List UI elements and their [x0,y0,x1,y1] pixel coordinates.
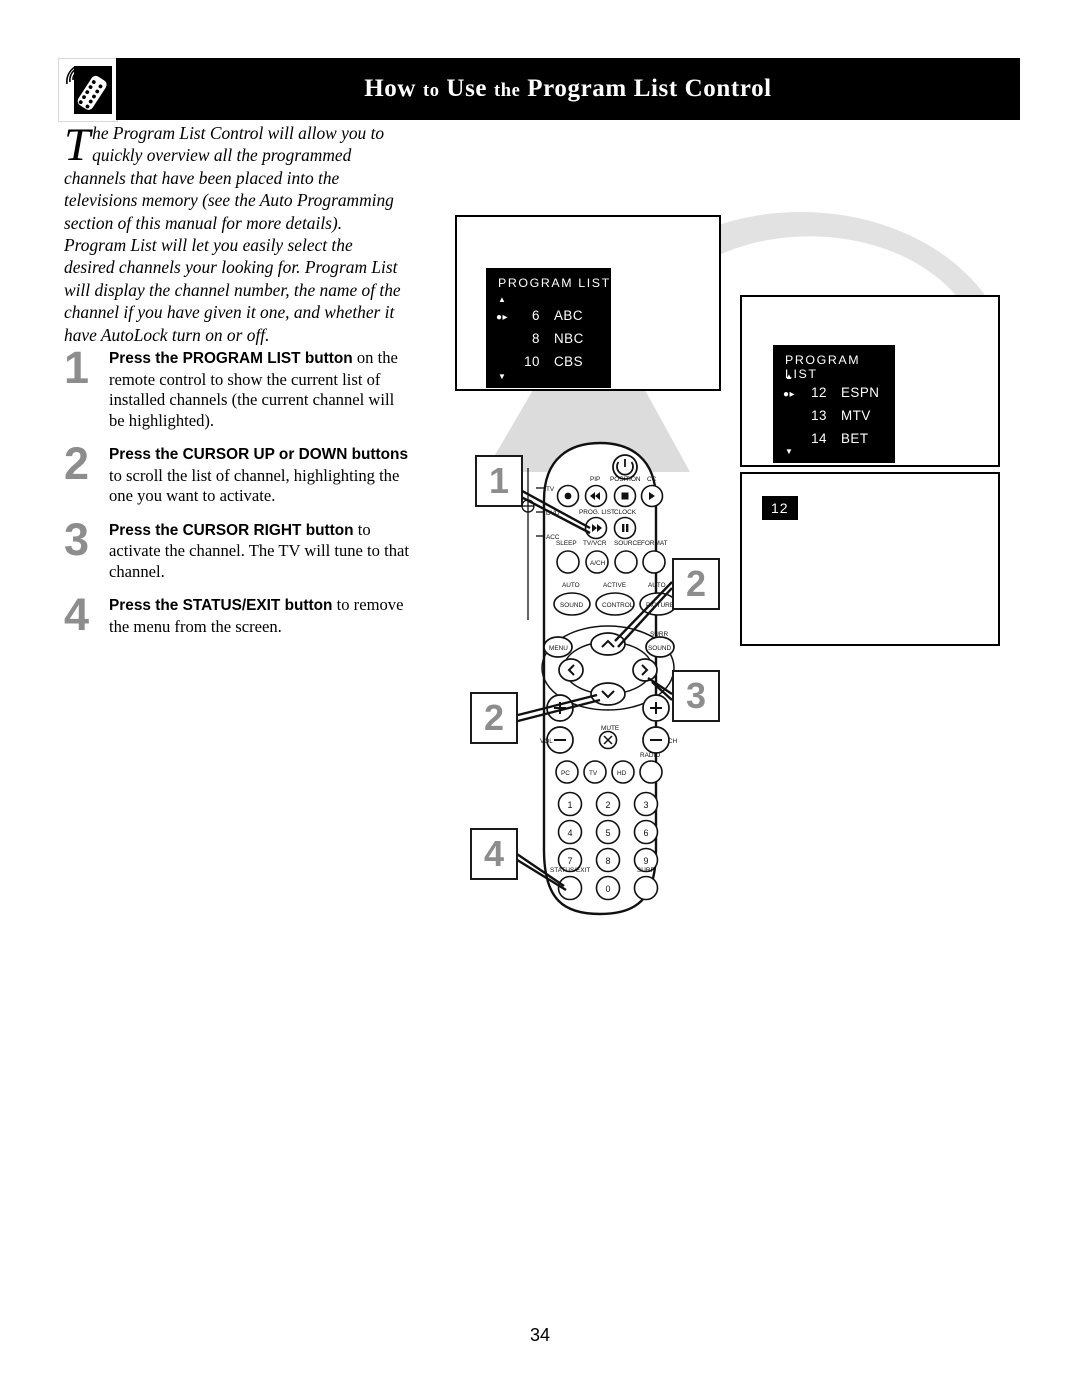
intro-text: he Program List Control will allow you t… [64,123,401,345]
key-3: 3 [643,800,648,810]
label-control: CONTROL [602,602,634,609]
step-number: 2 [64,438,90,489]
device-selector [521,468,544,620]
label-position: POSITION [610,476,641,483]
step-heading: Press the PROGRAM LIST button [109,350,353,367]
header-bar: How to Use the Program List Control [116,58,1020,120]
callout-1: 1 [475,455,523,507]
label-sleep: SLEEP [556,540,577,547]
title-word-how: How [364,75,417,102]
callout-4: 4 [470,828,518,880]
cursor-right-button [632,658,658,682]
key-6: 6 [643,828,648,838]
step-number: 3 [64,513,90,565]
step-heading: Press the STATUS/EXIT button [109,597,333,614]
manual-page: How to Use the Program List Control The … [0,0,1080,1397]
label-tv-button: TV [589,770,598,777]
step-text: Press the STATUS/EXIT button to remove t… [109,595,409,637]
surf-button [633,875,659,901]
label-radio: RADIO [640,752,660,759]
step-number: 4 [64,589,90,640]
key-1: 1 [567,800,572,810]
mute-button [598,730,618,750]
key-0: 0 [605,884,610,894]
step-4: 4 Press the STATUS/EXIT button to remove… [64,589,409,649]
label-source: SOURCE [614,540,641,547]
label-surr: SURR [650,631,668,638]
key-2: 2 [605,800,610,810]
label-vol: VOL [540,738,553,745]
key-8: 8 [605,856,610,866]
steps-list: 1 Press the PROGRAM LIST button on the r… [64,342,409,662]
step-2: 2 Press the CURSOR UP or DOWN buttons to… [64,438,409,507]
title-word-to: to [422,81,440,101]
title-word-control: Control [684,75,772,102]
cursor-left-button [558,658,584,682]
label-tv-selector: TV [546,486,555,493]
step-text: Press the PROGRAM LIST button on the rem… [109,348,409,431]
step-1: 1 Press the PROGRAM LIST button on the r… [64,342,409,431]
title-word-the: the [493,81,521,101]
title-word-list: List [633,75,678,102]
label-cc: CC [647,476,657,483]
callout-2-right: 2 [672,558,720,610]
label-pip: PIP [590,476,600,483]
label-tv-vcr: TV/VCR [583,540,607,547]
step-number: 1 [64,342,90,393]
label-sound-2: SOUND [648,645,671,652]
callout-2-left: 2 [470,692,518,744]
label-hd: HD [617,770,627,777]
step-text: Press the CURSOR RIGHT button to activat… [109,520,409,583]
label-active: ACTIVE [603,582,626,589]
drop-cap: T [64,119,91,171]
intro-paragraph: The Program List Control will allow you … [64,122,404,346]
label-auto-1: AUTO [562,582,580,589]
callout-3: 3 [672,670,720,722]
label-prog-list: PROG. LIST [579,509,615,516]
remote-control-graphic: TV DVD ACC PIP POSITION CC PROG. LIST CL… [501,441,678,916]
radio-button [639,760,663,784]
label-surf: SURF [637,867,654,874]
key-4: 4 [567,828,572,838]
step-3: 3 Press the CURSOR RIGHT button to activ… [64,514,409,583]
label-format: FORMAT [641,540,668,547]
step-body: to scroll the list of channel, highlight… [109,465,400,506]
title-word-use: Use [446,75,488,102]
clock-button [613,516,637,540]
illustration: PROGRAM LIST ▲ ●▸ 6 ABC 8 NBC 10 CBS ▼ PROGR… [440,200,1040,960]
key-9: 9 [643,856,648,866]
step-heading: Press the CURSOR RIGHT button [109,521,354,539]
label-sound-1: SOUND [560,602,583,609]
key-7: 7 [567,856,572,866]
label-auto-2: AUTO [648,582,666,589]
label-pc: PC [561,770,570,777]
title-word-program: Program [527,75,627,102]
step-heading: Press the CURSOR UP or DOWN buttons [109,446,409,463]
remote-control-icon [58,58,118,122]
label-a-ch: A/CH [590,560,606,567]
page-header: How to Use the Program List Control [58,58,1020,122]
label-ch: CH [668,738,678,745]
label-status-exit: STATUS/EXIT [550,867,590,874]
page-number: 34 [529,1325,551,1345]
key-5: 5 [605,828,610,838]
page-title: How to Use the Program List Control [364,75,771,103]
step-text: Press the CURSOR UP or DOWN buttons to s… [109,444,409,507]
label-clock: CLOCK [614,509,637,516]
label-menu: MENU [549,645,568,652]
